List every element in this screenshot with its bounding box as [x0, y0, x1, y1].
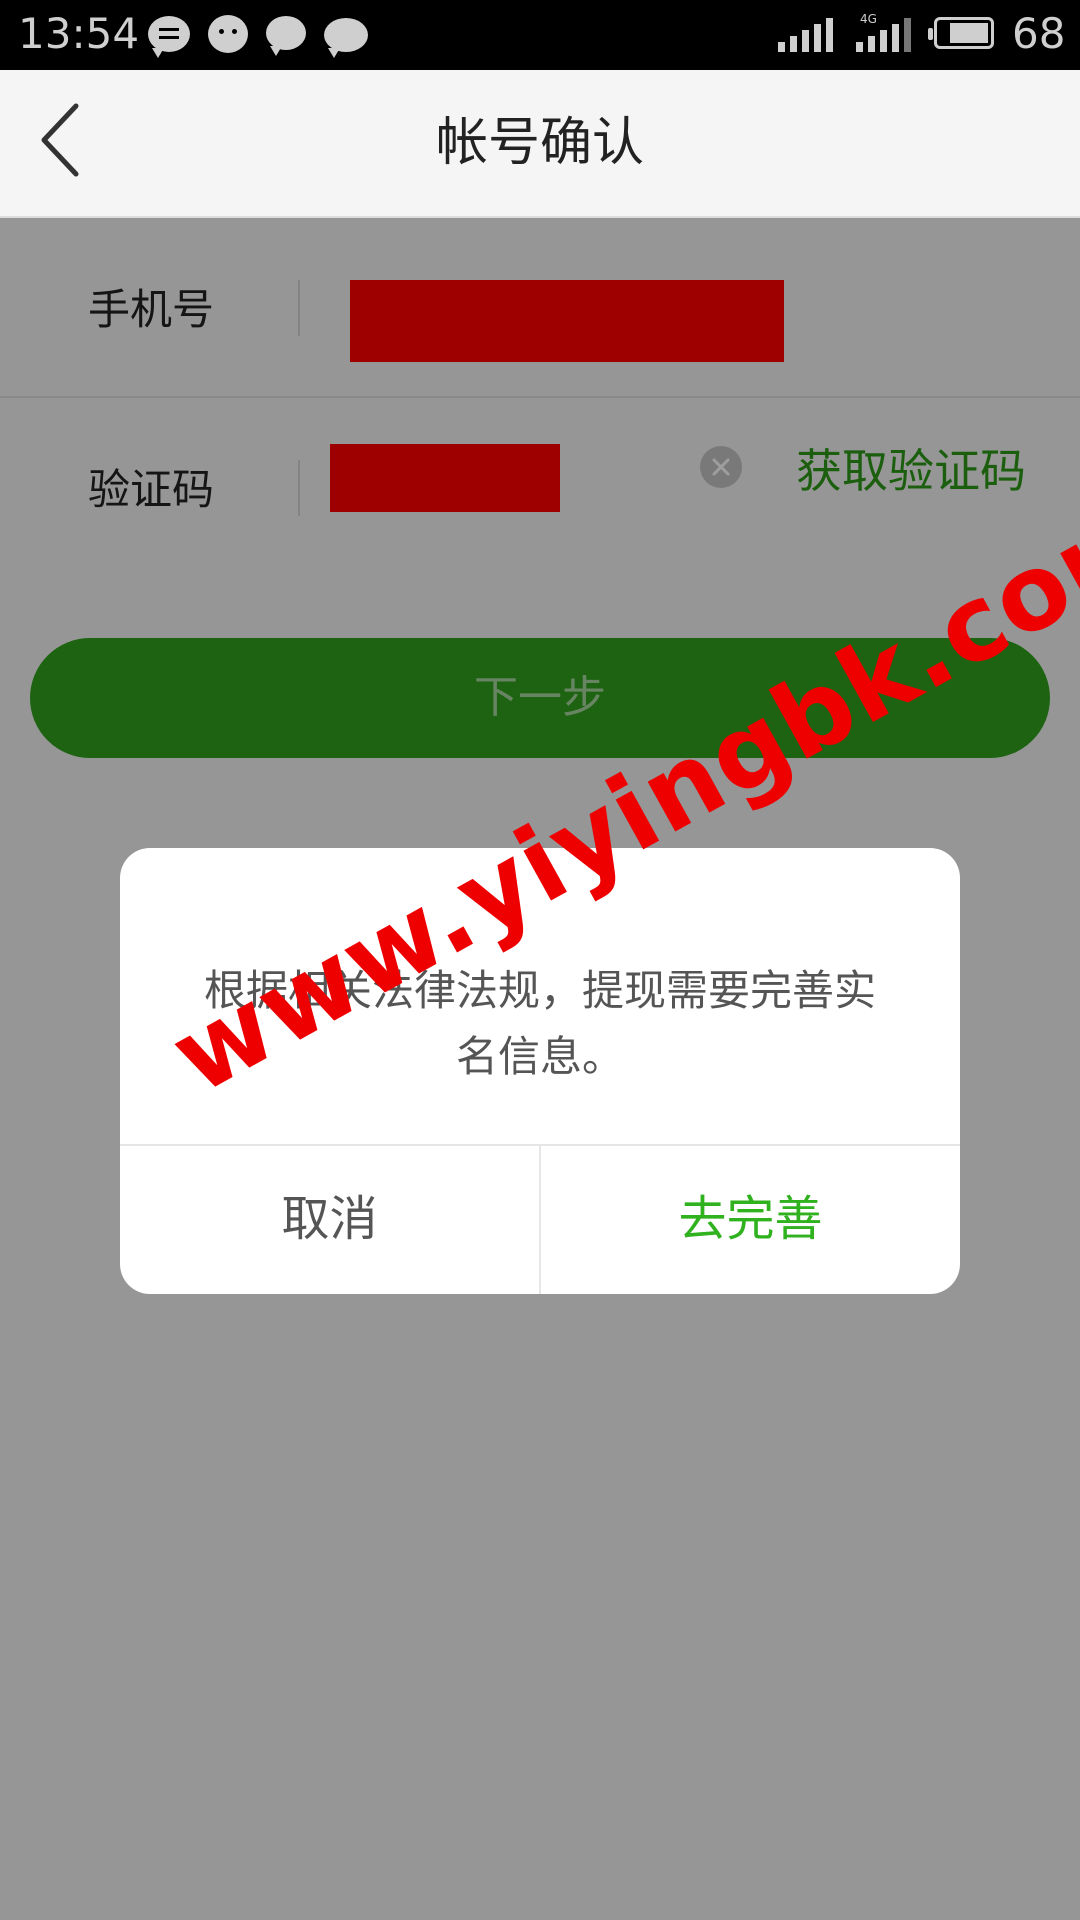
chat-bubble-icon	[266, 16, 306, 56]
chat-bubble-icon	[324, 18, 368, 58]
page-title: 帐号确认	[435, 113, 644, 173]
status-time: 13:54	[18, 9, 140, 58]
message-icon	[148, 16, 190, 58]
complete-info-button[interactable]: 去完善	[541, 1146, 960, 1294]
cancel-button[interactable]: 取消	[120, 1146, 539, 1294]
signal-icon	[778, 18, 838, 52]
real-name-dialog: 根据相关法律法规，提现需要完善实名信息。 取消 去完善	[120, 848, 960, 1294]
status-bar: 13:54 4G 68	[0, 0, 1080, 70]
battery-level: 68	[1012, 9, 1066, 58]
battery-icon	[928, 17, 994, 49]
header: 帐号确认	[0, 70, 1080, 218]
signal-4g-icon	[856, 18, 916, 52]
dialog-message: 根据相关法律法规，提现需要完善实名信息。	[203, 966, 876, 1081]
wechat-icon	[208, 15, 248, 53]
